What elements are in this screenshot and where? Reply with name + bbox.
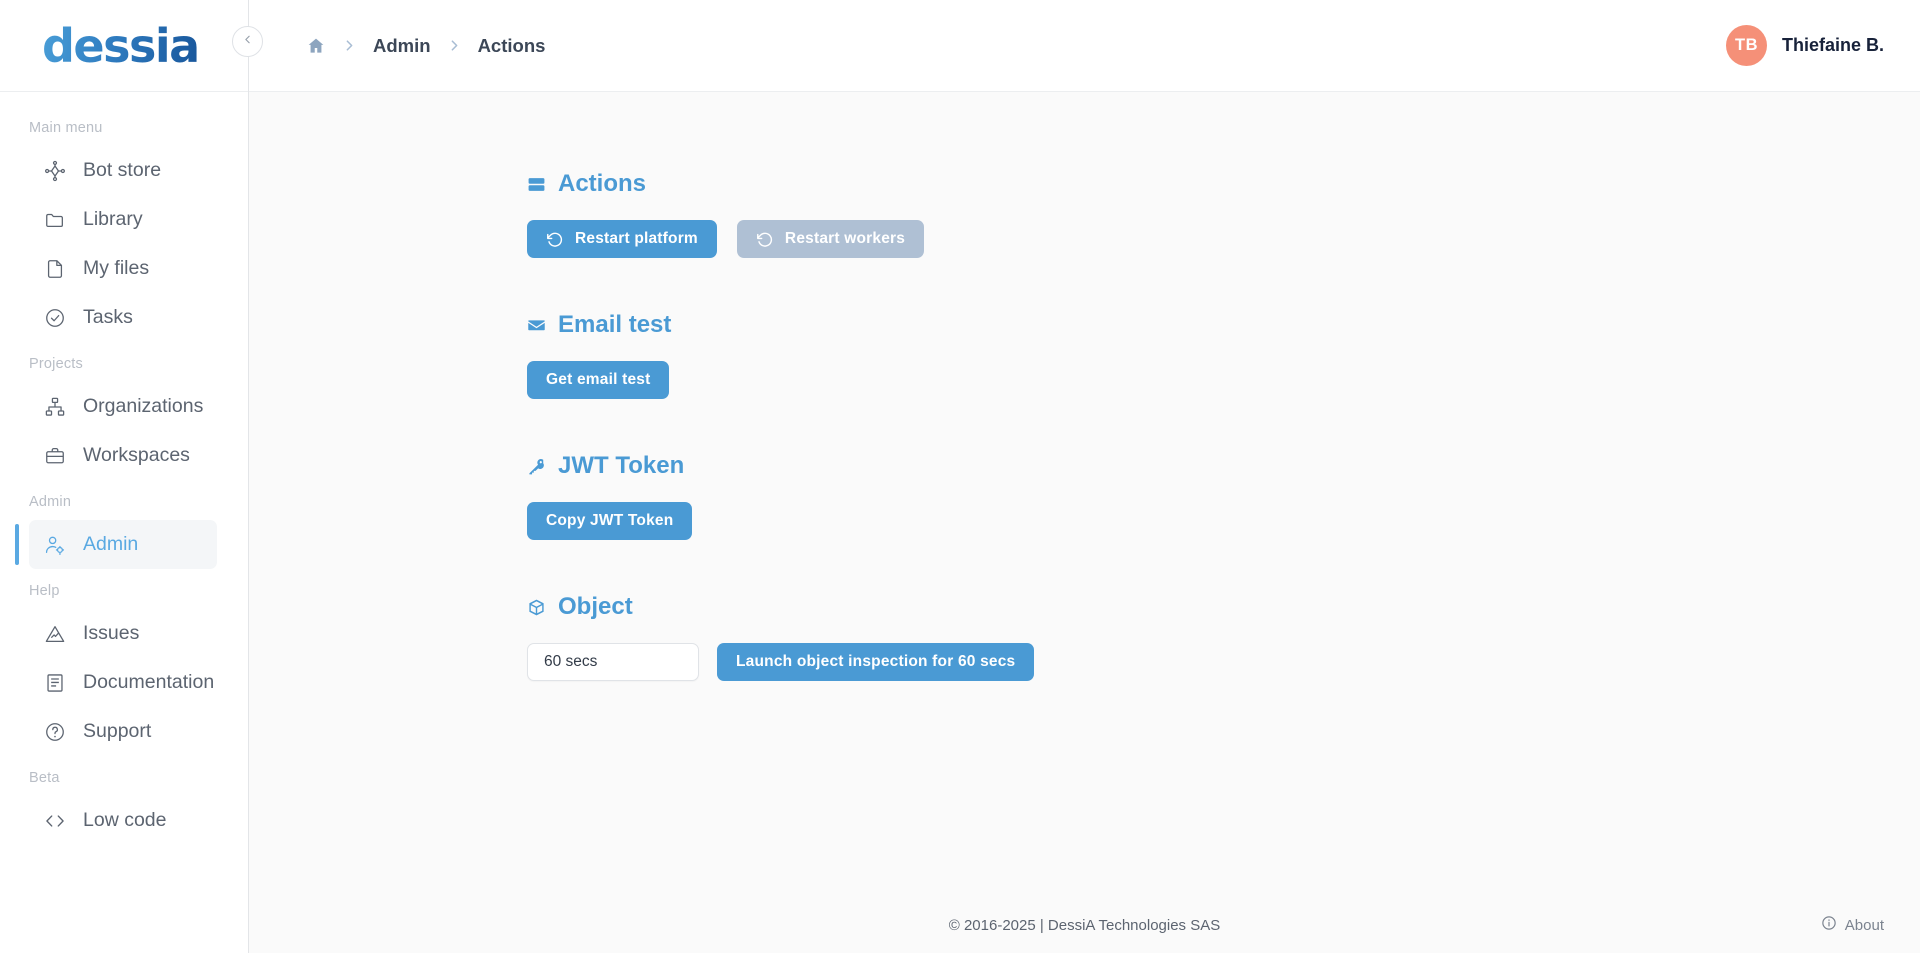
key-icon	[527, 457, 546, 476]
logo-container[interactable]: dessia	[0, 0, 248, 92]
section-jwt-token: JWT Token Copy JWT Token	[527, 452, 1920, 540]
sidebar-item-support[interactable]: Support	[29, 707, 217, 756]
avatar[interactable]: TB	[1725, 25, 1767, 66]
alert-triangle-icon	[43, 622, 66, 645]
sidebar-item-label: Admin	[83, 533, 139, 555]
chevron-left-icon	[241, 33, 254, 51]
breadcrumb-separator	[341, 37, 358, 54]
section-heading-text: Object	[558, 593, 633, 620]
restart-platform-button[interactable]: Restart platform	[527, 220, 717, 258]
dessia-logo[interactable]: dessia	[42, 19, 200, 73]
sidebar-item-label: Low code	[83, 809, 167, 831]
breadcrumb: Admin Actions	[306, 35, 545, 57]
breadcrumb-item-actions[interactable]: Actions	[478, 35, 546, 57]
rotate-ccw-icon	[546, 231, 563, 248]
sidebar-item-admin[interactable]: Admin	[15, 520, 217, 569]
sidebar-collapse-button[interactable]	[232, 26, 263, 57]
book-icon	[43, 671, 66, 694]
about-link[interactable]: About	[1821, 915, 1884, 935]
sidebar-item-low-code[interactable]: Low code	[29, 796, 217, 845]
sidebar-group-label-projects: Projects	[29, 356, 83, 372]
user-name: Thiefaine B.	[1781, 35, 1884, 55]
sidebar-item-workspaces[interactable]: Workspaces	[29, 431, 217, 480]
main-content: Actions Restart platform Restart workers	[249, 92, 1920, 897]
breadcrumb-separator	[446, 37, 463, 54]
button-label: Launch object inspection for 60 secs	[736, 653, 1016, 670]
sidebar-group-label-main-menu: Main menu	[29, 120, 103, 136]
section-object: Object 60 secs Launch object inspection …	[527, 593, 1920, 681]
launch-object-inspection-button[interactable]: Launch object inspection for 60 secs	[717, 643, 1035, 681]
envelope-icon	[527, 316, 546, 335]
button-label: Get email test	[546, 371, 651, 388]
briefcase-icon	[43, 444, 66, 467]
sidebar-item-label: Library	[83, 208, 143, 230]
section-title-actions: Actions	[527, 170, 1920, 198]
user-menu[interactable]: TB Thiefaine B.	[1725, 25, 1884, 66]
home-icon[interactable]	[306, 36, 326, 56]
sidebar: dessia Main menu Bot store Library My files…	[0, 0, 249, 953]
restart-workers-button[interactable]: Restart workers	[736, 220, 925, 258]
sidebar-item-label: Bot store	[83, 159, 162, 181]
file-icon	[43, 257, 66, 280]
object-controls-row: Launch object inspection for 60 secs	[527, 643, 1920, 681]
user-cog-icon	[43, 533, 66, 556]
section-email-test: Email test Get email test	[527, 311, 1920, 399]
button-label: Copy JWT Token	[546, 512, 674, 529]
section-title-object: Object	[527, 593, 1920, 621]
section-title-jwt-token: JWT Token	[527, 452, 1920, 480]
button-label: Restart platform	[575, 230, 698, 247]
actions-button-row: Restart platform Restart workers	[527, 220, 1920, 258]
footer: © 2016-2025 | DessiA Technologies SAS Ab…	[249, 897, 1920, 953]
copyright-text: © 2016-2025 | DessiA Technologies SAS	[948, 916, 1221, 934]
about-label: About	[1844, 916, 1884, 934]
sidebar-item-label: Tasks	[83, 306, 133, 328]
question-circle-icon	[43, 720, 66, 743]
sidebar-item-bot-store[interactable]: Bot store	[29, 146, 217, 195]
topbar: Admin Actions TB Thiefaine B.	[249, 0, 1920, 92]
jwt-button-row: Copy JWT Token	[527, 502, 1920, 540]
sidebar-item-label: Workspaces	[83, 444, 190, 466]
sidebar-group-label-help: Help	[29, 583, 60, 599]
code-brackets-icon	[43, 809, 66, 832]
email-test-button-row: Get email test	[527, 361, 1920, 399]
sidebar-item-library[interactable]: Library	[29, 195, 217, 244]
sidebar-group-label-admin: Admin	[29, 494, 72, 510]
sidebar-nav: Main menu Bot store Library My files Tasks Pr…	[0, 92, 248, 953]
bot-store-icon	[43, 159, 66, 182]
check-circle-icon	[43, 306, 66, 329]
section-actions: Actions Restart platform Restart workers	[527, 170, 1920, 258]
org-chart-icon	[43, 395, 66, 418]
section-heading-text: Email test	[558, 311, 672, 338]
copy-jwt-token-button[interactable]: Copy JWT Token	[527, 502, 693, 540]
app-root: dessia Main menu Bot store Library My files…	[0, 0, 1920, 953]
sidebar-item-label: My files	[83, 257, 150, 279]
get-email-test-button[interactable]: Get email test	[527, 361, 670, 399]
button-label: Restart workers	[784, 230, 906, 247]
section-heading-text: JWT Token	[558, 452, 685, 479]
sidebar-item-documentation[interactable]: Documentation	[29, 658, 217, 707]
rotate-ccw-icon	[756, 231, 773, 248]
folder-icon	[43, 208, 66, 231]
section-title-email-test: Email test	[527, 311, 1920, 339]
sidebar-item-label: Organizations	[83, 395, 204, 417]
sidebar-item-tasks[interactable]: Tasks	[29, 293, 217, 342]
content-area: Admin Actions TB Thiefaine B. Actions Re…	[249, 0, 1920, 953]
sidebar-item-label: Issues	[83, 622, 140, 644]
section-heading-text: Actions	[558, 170, 647, 197]
breadcrumb-item-admin[interactable]: Admin	[373, 35, 431, 57]
sidebar-item-organizations[interactable]: Organizations	[29, 382, 217, 431]
sidebar-item-label: Documentation	[83, 671, 215, 693]
server-icon	[527, 175, 546, 194]
sidebar-item-issues[interactable]: Issues	[29, 609, 217, 658]
duration-input[interactable]	[544, 653, 744, 671]
sidebar-item-my-files[interactable]: My files	[29, 244, 217, 293]
duration-stepper[interactable]	[527, 643, 755, 681]
info-circle-icon	[1821, 915, 1837, 935]
cube-icon	[527, 598, 546, 617]
sidebar-item-label: Support	[83, 720, 152, 742]
sidebar-group-label-beta: Beta	[29, 770, 60, 786]
